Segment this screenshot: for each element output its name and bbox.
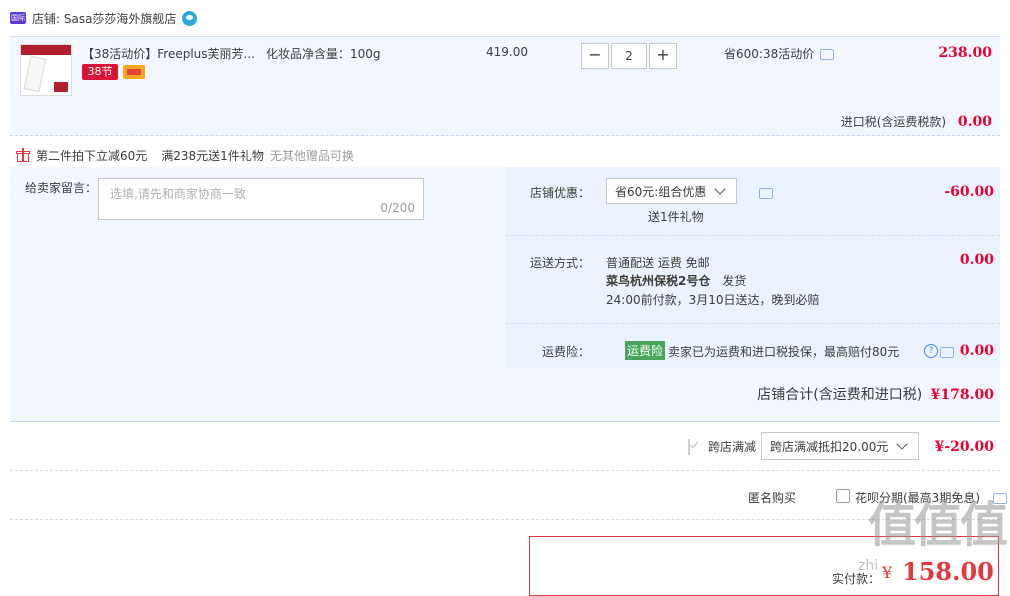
cross-store-checkbox[interactable]	[688, 439, 690, 455]
help-icon[interactable]: ?	[924, 344, 938, 358]
import-tax-value: 0.00	[957, 114, 992, 130]
purchase-options-row: 匿名购买 花呗分期(最高3期免息)	[10, 471, 1007, 520]
quantity-stepper: − 2 +	[581, 43, 677, 69]
product-thumbnail[interactable]	[20, 44, 72, 96]
decrease-button[interactable]: −	[581, 43, 609, 69]
import-tax-row: 进口税(含运费税款) 0.00	[841, 113, 992, 130]
shop-total-label: 店铺合计(含运费和进口税)	[757, 387, 923, 403]
gift-sub-text: 送1件礼物	[648, 210, 704, 224]
shipping-warehouse-line: 菜鸟杭州保税2号仓 发货	[606, 272, 746, 289]
item-promo: 省600:38活动价	[724, 45, 835, 62]
anonymous-label[interactable]: 匿名购买	[748, 489, 796, 506]
quantity-input[interactable]: 2	[611, 43, 647, 69]
shop-discount-select[interactable]: 省60元:组合优惠	[606, 178, 737, 204]
order-details-panel: 给卖家留言： 选填,请先和商家协商一致 0/200 店铺优惠： 省60元:组合优…	[10, 167, 1000, 422]
shop-discount-value: -60.00	[944, 184, 994, 200]
chevron-down-icon	[714, 183, 726, 195]
shipping-method: 普通配送 运费 免邮	[606, 256, 710, 270]
message-icon[interactable]	[759, 188, 773, 199]
cart-item: 【38活动价】Freeplus芙丽芳... 38节 化妆品净含量：100g 41…	[10, 36, 1000, 136]
message-icon[interactable]	[820, 49, 835, 60]
gift-text-discount: 第二件拍下立减60元	[36, 148, 148, 163]
huabei-checkbox[interactable]	[836, 489, 850, 503]
cross-store-select[interactable]: 跨店满减抵扣20.00元	[761, 432, 919, 460]
unit-price: 419.00	[486, 45, 528, 59]
payment-amount: 158.00	[902, 557, 994, 586]
gift-row: 第二件拍下立减60元 满238元送1件礼物 无其他赠品可换	[10, 145, 368, 165]
insurance-tag: 运费险	[625, 341, 666, 360]
shipping-value: 0.00	[959, 252, 994, 268]
promo-38-badge: 38节	[82, 64, 118, 80]
cross-store-value: ¥-20.00	[934, 439, 994, 455]
chevron-down-icon	[896, 438, 909, 450]
insurance-text: 卖家已为运费和进口税投保，最高赔付80元	[668, 345, 900, 359]
cross-store-selected: 跨店满减抵扣20.00元	[770, 439, 889, 454]
item-total: 238.00	[938, 45, 992, 61]
seller-message-label: 给卖家留言：	[25, 181, 98, 195]
shipping-ship-word: 发货	[722, 274, 747, 288]
message-icon[interactable]	[939, 347, 954, 358]
seller-message-placeholder: 选填,请先和商家协商一致	[110, 187, 246, 201]
cross-store-label: 跨店满减	[708, 440, 757, 454]
shop-total-row: 店铺合计(含运费和进口税) ¥178.00	[757, 384, 994, 404]
credit-card-icon	[123, 65, 145, 79]
product-spec: 化妆品净含量：100g	[266, 47, 381, 61]
shop-total-value: ¥178.00	[930, 387, 994, 403]
shop-discount-selected: 省60元:组合优惠	[615, 184, 707, 199]
insurance-value: 0.00	[959, 343, 994, 359]
gift-icon	[16, 148, 30, 162]
insurance-label: 运费险：	[542, 345, 591, 359]
char-counter: 0/200	[380, 201, 415, 215]
shipping-eta: 24:00前付款，3月10日送达，晚到必赔	[606, 293, 820, 307]
cross-store-row: 跨店满减 跨店满减抵扣20.00元 ¥-20.00	[10, 422, 1000, 471]
shop-name[interactable]: 店铺: Sasa莎莎海外旗舰店	[32, 10, 176, 27]
order-options: 店铺优惠： 省60元:组合优惠 送1件礼物 -60.00 运送方式： 普通配送 …	[506, 167, 1000, 368]
import-tax-label: 进口税(含运费税款)	[840, 115, 947, 129]
payment-currency: ¥	[882, 563, 893, 582]
shipping-label: 运送方式：	[530, 256, 591, 270]
product-title[interactable]: 【38活动价】Freeplus芙丽芳...	[82, 45, 255, 62]
shipping-warehouse: 菜鸟杭州保税2号仓	[606, 274, 711, 288]
global-shop-icon: 国际	[10, 12, 26, 24]
item-promo-text: 省600:38活动价	[724, 47, 815, 61]
watermark-logo: 值值值	[868, 497, 1008, 553]
shop-header: 国际 店铺: Sasa莎莎海外旗舰店	[10, 8, 198, 28]
gift-text-note: 无其他赠品可换	[269, 148, 354, 163]
seller-message-input[interactable]: 选填,请先和商家协商一致 0/200	[98, 178, 424, 220]
wangwang-chat-icon[interactable]	[182, 10, 198, 26]
gift-text-threshold: 满238元送1件礼物	[161, 148, 264, 163]
increase-button[interactable]: +	[649, 43, 677, 69]
shop-discount-label: 店铺优惠：	[530, 186, 591, 200]
watermark-sub: zhi	[858, 558, 879, 574]
